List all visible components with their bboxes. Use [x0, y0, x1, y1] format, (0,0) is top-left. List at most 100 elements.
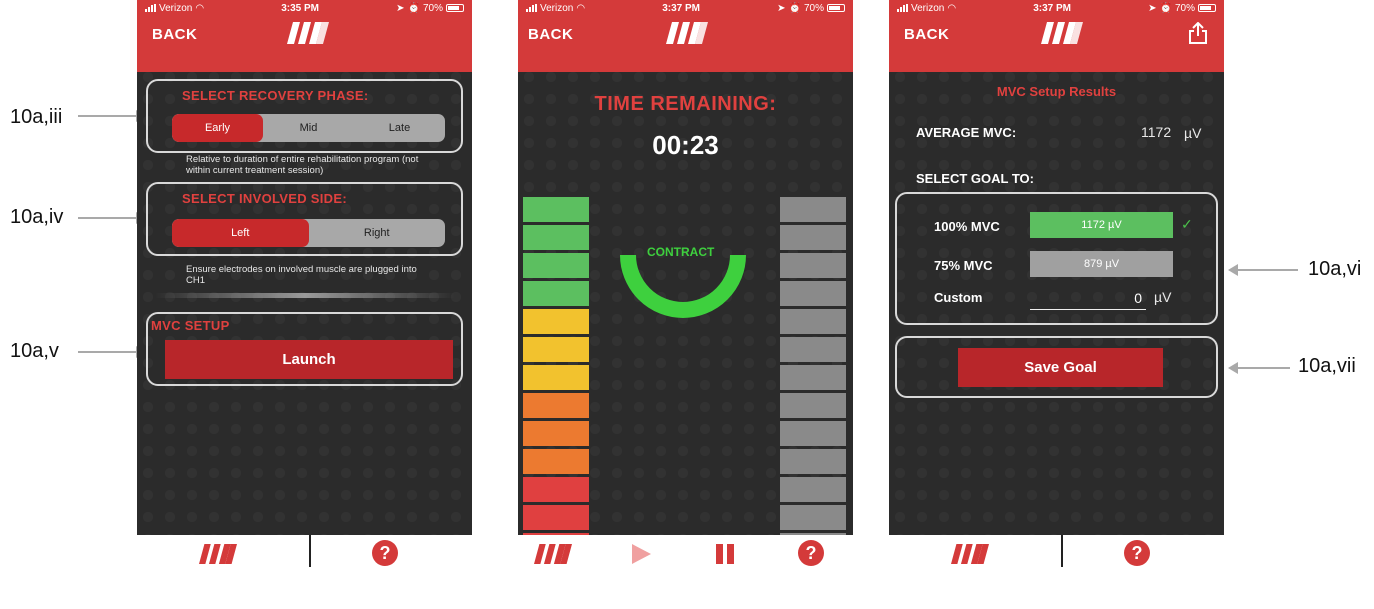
battery-label: 70%: [422, 2, 443, 14]
annotation-arrowhead: [1228, 362, 1238, 374]
meter-segment: [780, 253, 846, 278]
play-icon[interactable]: [630, 543, 652, 565]
location-icon: ➤: [777, 2, 786, 14]
signal-icon: [145, 4, 156, 12]
mm-logo-icon[interactable]: [534, 543, 572, 565]
status-time: 3:37 PM: [1033, 2, 1072, 14]
carrier-label: Verizon: [159, 2, 193, 14]
annotation-10a-iii: 10a,iii: [10, 106, 63, 128]
contract-label: CONTRACT: [647, 245, 715, 259]
meter-segment: [523, 253, 589, 278]
custom-goal-label: Custom: [934, 290, 983, 305]
carrier-label: Verizon: [911, 2, 945, 14]
side-option-right[interactable]: Right: [309, 219, 446, 247]
mm-logo-icon[interactable]: [951, 543, 989, 565]
meter-segment: [780, 421, 846, 446]
recovery-phase-title: SELECT RECOVERY PHASE:: [182, 88, 369, 103]
status-time: 3:35 PM: [281, 2, 320, 14]
recovery-option-late[interactable]: Late: [354, 114, 445, 142]
battery-label: 70%: [803, 2, 824, 14]
alarm-icon: ⏰: [788, 2, 801, 14]
back-button[interactable]: BACK: [152, 26, 197, 43]
annotation-10a-iv: 10a,iv: [10, 206, 64, 228]
meter-segment: [523, 281, 589, 306]
goal-100-button[interactable]: 1172 µV: [1030, 212, 1173, 238]
countdown-timer: 00:23: [652, 130, 719, 160]
help-icon[interactable]: ?: [1124, 540, 1150, 566]
back-button[interactable]: BACK: [904, 26, 949, 43]
annotation-10a-vi: 10a,vi: [1308, 258, 1362, 280]
recovery-phase-selector: Early Mid Late: [172, 114, 445, 142]
meter-segment: [523, 449, 589, 474]
alarm-icon: ⏰: [1159, 2, 1172, 14]
meter-segment: [523, 421, 589, 446]
average-mvc-unit: µV: [1184, 125, 1202, 141]
meter-segment: [780, 449, 846, 474]
checkmark-icon: ✓: [1181, 216, 1193, 232]
mvc-setup-title: MVC SETUP: [151, 318, 230, 333]
battery-icon: [446, 4, 464, 12]
involved-side-note: Ensure electrodes on involved muscle are…: [186, 264, 417, 286]
left-level-meter: [523, 197, 589, 558]
bottom-bar-divider: [309, 535, 311, 567]
nav-bar: BACK: [137, 16, 472, 72]
wifi-icon: ◠: [947, 2, 957, 14]
meter-segment: [780, 281, 846, 306]
right-level-meter: [780, 197, 846, 558]
annotation-arrow: [78, 115, 142, 117]
involved-side-selector: Left Right: [172, 219, 445, 247]
mm-logo-icon: [287, 22, 329, 44]
goal-75-label: 75% MVC: [934, 258, 993, 273]
involved-side-title: SELECT INVOLVED SIDE:: [182, 191, 347, 206]
location-icon: ➤: [396, 2, 405, 14]
back-button[interactable]: BACK: [528, 26, 573, 43]
wifi-icon: ◠: [576, 2, 586, 14]
signal-icon: [526, 4, 537, 12]
figure: 10a,iii 10a,iv 10a,v 10a,vi 10a,vii Veri…: [0, 0, 1374, 609]
phone-screen-mvc-results: Verizon ◠ 3:37 PM ➤ ⏰ 70% BACK MVC Setup Re…: [889, 0, 1224, 572]
help-icon[interactable]: ?: [372, 540, 398, 566]
recovery-option-mid[interactable]: Mid: [263, 114, 354, 142]
status-time: 3:37 PM: [662, 2, 701, 14]
meter-segment: [780, 309, 846, 334]
meter-segment: [780, 225, 846, 250]
bottom-bar: ?: [518, 535, 853, 572]
location-icon: ➤: [1148, 2, 1157, 14]
annotation-arrow: [1236, 269, 1298, 271]
custom-goal-input[interactable]: [1030, 286, 1146, 310]
nav-bar: BACK: [518, 16, 853, 72]
average-mvc-value: 1172: [1141, 124, 1172, 140]
alarm-icon: ⏰: [407, 2, 420, 14]
save-goal-button[interactable]: Save Goal: [958, 348, 1163, 387]
help-icon[interactable]: ?: [798, 540, 824, 566]
recovery-option-early[interactable]: Early: [172, 114, 263, 142]
meter-segment: [780, 197, 846, 222]
goal-75-button[interactable]: 879 µV: [1030, 251, 1173, 277]
annotation-arrow: [78, 351, 142, 353]
status-bar: Verizon ◠ 3:37 PM ➤ ⏰ 70%: [518, 0, 853, 16]
meter-segment: [780, 337, 846, 362]
meter-segment: [523, 365, 589, 390]
share-icon[interactable]: [1188, 22, 1208, 44]
nav-bar: BACK: [889, 16, 1224, 72]
meter-segment: [780, 365, 846, 390]
battery-icon: [827, 4, 845, 12]
meter-segment: [523, 309, 589, 334]
meter-segment: [523, 225, 589, 250]
meter-segment: [780, 393, 846, 418]
annotation-arrow: [78, 217, 142, 219]
meter-segment: [523, 337, 589, 362]
pause-icon[interactable]: [714, 543, 736, 565]
bottom-bar: ?: [137, 535, 472, 572]
annotation-arrow: [1236, 367, 1290, 369]
bottom-bar: ?: [889, 535, 1224, 572]
goal-100-label: 100% MVC: [934, 219, 1000, 234]
wifi-icon: ◠: [195, 2, 205, 14]
phone-screen-setup: Verizon ◠ 3:35 PM ➤ ⏰ 70% BACK SELECT RECOV…: [137, 0, 472, 572]
mm-logo-icon[interactable]: [199, 543, 237, 565]
signal-icon: [897, 4, 908, 12]
custom-goal-unit: µV: [1154, 289, 1172, 305]
side-option-left[interactable]: Left: [172, 219, 309, 247]
launch-button[interactable]: Launch: [165, 340, 453, 379]
battery-label: 70%: [1174, 2, 1195, 14]
